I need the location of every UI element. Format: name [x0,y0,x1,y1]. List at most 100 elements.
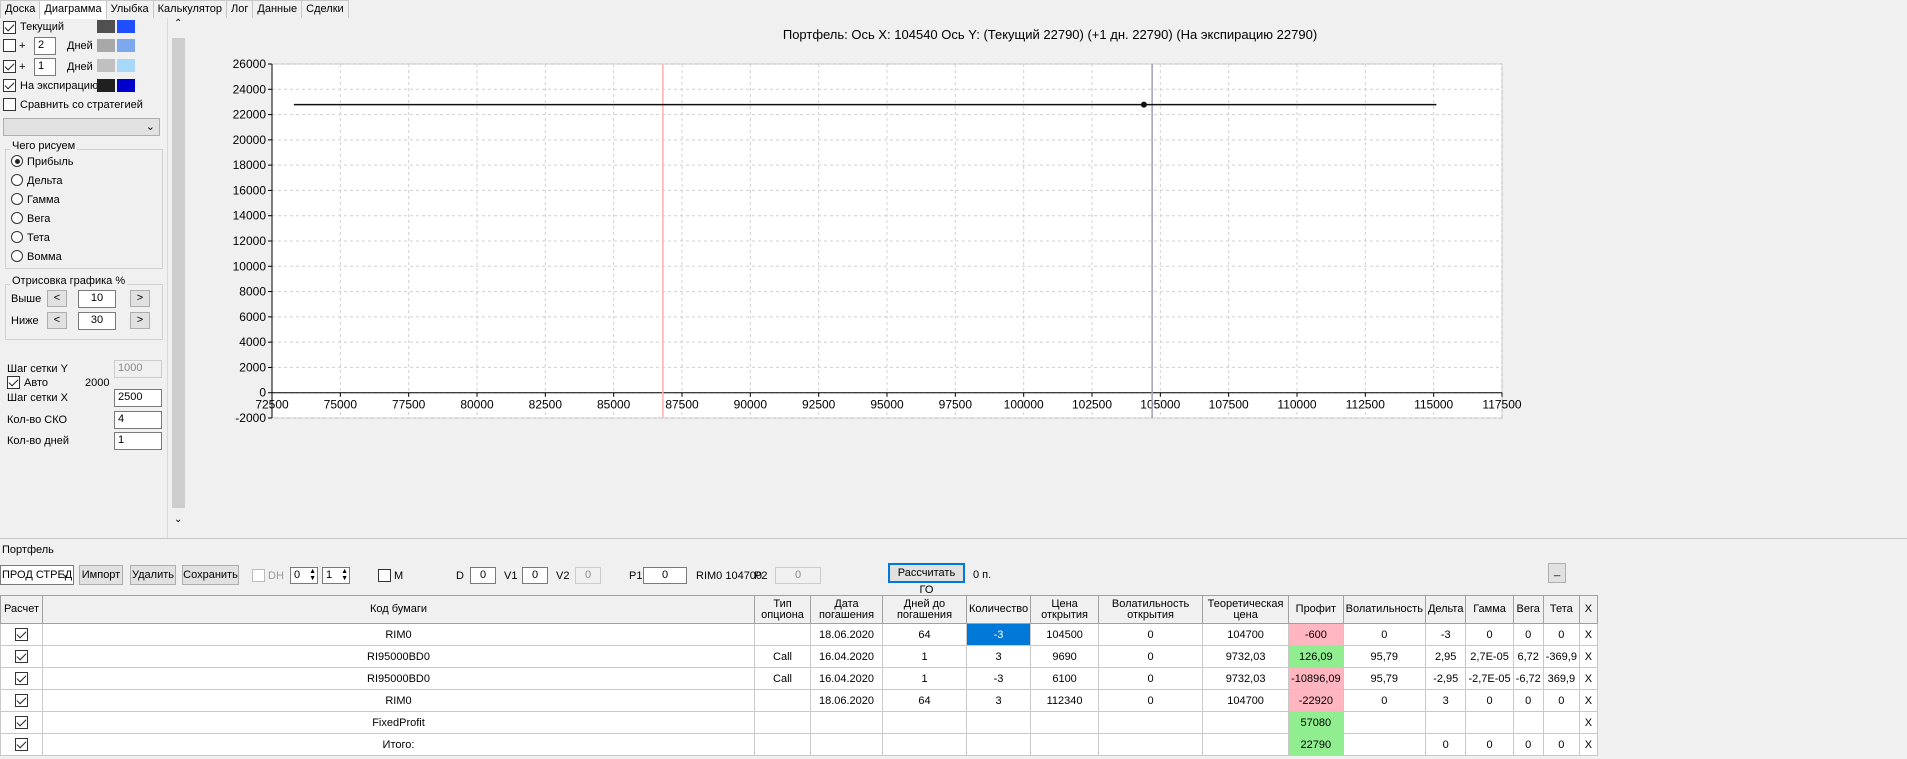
tab-2[interactable]: Улыбка [105,0,154,18]
what-option-radio-0[interactable] [11,155,23,167]
days-input-2[interactable]: 1 [34,58,56,76]
table-cell[interactable]: 0 [1342,689,1426,712]
column-header[interactable]: Гамма [1465,595,1514,624]
table-cell[interactable]: Call [754,645,811,668]
table-cell[interactable]: -2,95 [1424,667,1467,690]
settings-scrollbar[interactable]: ⌃ ⌄ [170,18,187,528]
checkbox-icon[interactable] [15,716,28,729]
table-cell[interactable] [1342,733,1426,756]
table-cell[interactable]: 104700 [1202,689,1290,712]
what-option-radio-1[interactable] [11,174,23,186]
column-header[interactable]: Тип опциона [754,595,811,624]
tab-5[interactable]: Данные [252,0,303,18]
table-cell[interactable]: 0 [1098,623,1204,646]
table-cell[interactable]: RIM0 [42,623,755,646]
chevron-down-icon[interactable]: ⌄ [174,514,182,525]
save-button[interactable]: Сохранить [182,565,239,585]
table-cell[interactable]: -2,7E-05 [1465,667,1514,690]
table-cell[interactable]: 0 [1542,689,1580,712]
table-cell[interactable]: 0 [1512,689,1544,712]
table-cell[interactable] [754,733,811,756]
table-cell[interactable] [810,733,883,756]
row-calc-checkbox[interactable] [0,667,43,690]
table-cell[interactable]: -10896,09 [1288,667,1344,690]
table-row[interactable]: RI95000BD0 Call 16.04.2020 1 -3 6100 0 9732,03-… [0,667,1598,690]
table-cell[interactable]: 1 [882,645,967,668]
below-increase-button[interactable]: > [130,312,150,329]
table-cell[interactable]: 0 [1098,645,1204,668]
d-input[interactable]: 0 [470,567,496,584]
table-cell[interactable] [1342,711,1426,734]
row-calc-checkbox[interactable] [0,623,43,646]
table-cell[interactable] [1098,711,1204,734]
table-cell[interactable]: 0 [1465,733,1514,756]
plus1-color-swatch-2[interactable] [117,39,135,52]
checkbox-icon[interactable] [15,672,28,685]
table-cell[interactable]: 0 [1542,623,1580,646]
expiry-checkbox[interactable] [3,79,16,92]
table-cell[interactable] [754,623,811,646]
panel-splitter[interactable] [0,538,1907,542]
table-cell[interactable] [1030,733,1100,756]
table-cell[interactable]: -3 [965,667,1032,690]
checkbox-icon[interactable] [15,694,28,707]
what-option-radio-2[interactable] [11,193,23,205]
v1-input[interactable]: 0 [522,567,548,584]
table-cell[interactable] [965,733,1032,756]
expiry-color-swatch-2[interactable] [117,79,135,92]
table-cell[interactable]: 0 [1542,733,1580,756]
current-color-swatch-1[interactable] [97,20,115,33]
plus-days-checkbox-2[interactable] [3,60,16,73]
plus-days-checkbox-1[interactable] [3,39,16,52]
table-cell[interactable]: 16.04.2020 [810,667,883,690]
column-header[interactable]: Волатильность [1342,595,1426,624]
table-cell[interactable]: 22790 [1288,733,1344,756]
column-header[interactable]: Вега [1512,595,1544,624]
table-cell[interactable] [1030,711,1100,734]
m-checkbox[interactable] [378,569,391,582]
table-cell[interactable]: -369,9 [1542,645,1580,668]
current-color-swatch-2[interactable] [117,20,135,33]
payoff-chart[interactable]: Портфель: Ось X: 104540 Ось Y: (Текущий … [190,22,1907,532]
table-cell[interactable]: 0 [1342,623,1426,646]
remove-row-button[interactable]: X [1578,689,1598,712]
table-cell[interactable] [882,711,967,734]
p1-input[interactable]: 0 [643,567,687,584]
tab-4[interactable]: Лог [226,0,254,18]
days-input-1[interactable]: 2 [34,37,56,55]
table-cell[interactable]: RIM0 [42,689,755,712]
table-cell[interactable] [1424,711,1467,734]
above-value-input[interactable]: 10 [78,290,116,308]
column-header[interactable]: Волатильность открытия [1098,595,1204,624]
grid-y-input[interactable]: 1000 [114,360,162,378]
table-cell[interactable]: 9732,03 [1202,667,1290,690]
remove-row-button[interactable]: X [1578,645,1598,668]
tab-0[interactable]: Доска [0,0,41,18]
delete-button[interactable]: Удалить [130,565,176,585]
remove-row-button[interactable]: X [1578,667,1598,690]
what-option-radio-4[interactable] [11,231,23,243]
row-calc-checkbox[interactable] [0,733,43,756]
table-cell[interactable]: -6,72 [1512,667,1544,690]
strategy-compare-dropdown[interactable]: ⌄ [3,118,160,136]
table-cell[interactable]: 104700 [1202,623,1290,646]
table-cell[interactable]: 2,7E-05 [1465,645,1514,668]
table-cell[interactable] [1512,711,1544,734]
column-header[interactable]: Тета [1542,595,1580,624]
plus2-color-swatch-1[interactable] [97,59,115,72]
table-row[interactable]: Итого: 22790 0 0 0 0 X [0,733,1598,756]
expiry-color-swatch-1[interactable] [97,79,115,92]
table-cell[interactable]: 18.06.2020 [810,623,883,646]
row-calc-checkbox[interactable] [0,711,43,734]
table-cell[interactable]: 6,72 [1512,645,1544,668]
table-cell[interactable]: 3 [1424,689,1467,712]
column-header[interactable]: Цена открытия [1030,595,1100,624]
table-cell[interactable]: 64 [882,623,967,646]
table-cell[interactable]: 6100 [1030,667,1100,690]
days-count-input[interactable]: 1 [114,432,162,450]
table-cell[interactable]: 3 [965,689,1032,712]
table-cell[interactable]: 112340 [1030,689,1100,712]
table-cell[interactable] [882,733,967,756]
plus1-color-swatch-1[interactable] [97,39,115,52]
column-header[interactable]: Дельта [1424,595,1467,624]
